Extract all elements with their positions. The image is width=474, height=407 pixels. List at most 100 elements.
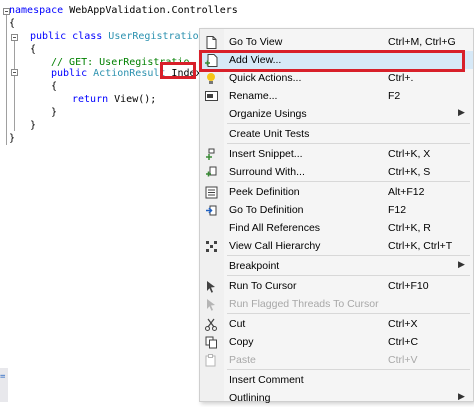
menu-item-copy[interactable]: Copy Ctrl+C xyxy=(200,333,473,351)
menu-item-shortcut: Ctrl+C xyxy=(388,336,419,348)
menu-item-shortcut: F2 xyxy=(388,90,401,102)
run-cursor-icon xyxy=(204,279,218,293)
menu-item-label: Insert Comment xyxy=(229,374,304,386)
surround-icon xyxy=(204,165,218,179)
menu-item-label: Create Unit Tests xyxy=(229,128,310,140)
menu-item-run-to-cursor[interactable]: Run To Cursor Ctrl+F10 xyxy=(200,277,473,295)
menu-item-view-call-hierarchy[interactable]: View Call Hierarchy Ctrl+K, Ctrl+T xyxy=(200,237,473,255)
code-line[interactable]: return View(); xyxy=(72,93,156,106)
code-line[interactable]: namespace WebAppValidation.Controllers xyxy=(9,4,238,17)
menu-item-shortcut: Ctrl+K, Ctrl+T xyxy=(388,240,453,252)
submenu-arrow-icon: ▶ xyxy=(458,259,465,269)
call-hierarchy-icon xyxy=(204,239,218,253)
rename-icon xyxy=(204,89,218,103)
index-method-highlight xyxy=(160,62,196,79)
menu-item-shortcut: Ctrl+V xyxy=(388,354,418,366)
menu-item-run-flagged-threads: Run Flagged Threads To Cursor xyxy=(200,295,473,313)
snippet-icon xyxy=(204,147,218,161)
code-line[interactable]: { xyxy=(30,43,36,56)
menu-item-shortcut: Ctrl+F10 xyxy=(388,280,429,292)
code-token: { xyxy=(51,81,58,92)
lightbulb-icon xyxy=(204,71,218,85)
goto-definition-icon xyxy=(204,203,218,217)
fold-guide xyxy=(6,15,7,145)
menu-item-outlining[interactable]: Outlining ▶ xyxy=(200,389,473,407)
code-token: class xyxy=(72,31,103,42)
copy-icon xyxy=(204,335,218,349)
code-token: public xyxy=(30,31,67,42)
menu-item-shortcut: F12 xyxy=(388,204,407,216)
menu-item-label: Quick Actions... xyxy=(229,72,302,84)
menu-item-breakpoint[interactable]: Breakpoint ▶ xyxy=(200,257,473,275)
menu-item-organize-usings[interactable]: Organize Usings ▶ xyxy=(200,105,473,123)
menu-separator xyxy=(227,275,470,276)
menu-separator xyxy=(227,369,470,370)
menu-item-label: Run To Cursor xyxy=(229,280,297,292)
menu-item-label: View Call Hierarchy xyxy=(229,240,321,252)
menu-item-find-all-references[interactable]: Find All References Ctrl+K, R xyxy=(200,219,473,237)
menu-item-label: Cut xyxy=(229,318,246,330)
menu-separator xyxy=(227,181,470,182)
scissors-icon xyxy=(204,317,218,331)
code-line[interactable]: { xyxy=(9,17,15,30)
menu-item-label: Rename... xyxy=(229,90,278,102)
menu-item-shortcut: Ctrl+K, S xyxy=(388,166,431,178)
code-token: } xyxy=(9,133,16,144)
paste-icon xyxy=(204,353,218,367)
menu-item-label: Surround With... xyxy=(229,166,305,178)
code-line[interactable]: } xyxy=(30,119,36,132)
menu-item-label: Organize Usings xyxy=(229,108,307,120)
menu-separator xyxy=(227,123,470,124)
menu-item-shortcut: Ctrl+. xyxy=(388,72,414,84)
code-token: return xyxy=(72,94,109,105)
code-line[interactable]: public class UserRegistrationCo xyxy=(30,30,217,43)
menu-item-cut[interactable]: Cut Ctrl+X xyxy=(200,315,473,333)
menu-item-paste: Paste Ctrl+V xyxy=(200,351,473,369)
menu-item-shortcut: Ctrl+X xyxy=(388,318,418,330)
menu-item-label: Go To View xyxy=(229,36,283,48)
code-line[interactable]: } xyxy=(9,132,15,145)
menu-item-peek-definition[interactable]: Peek Definition Alt+F12 xyxy=(200,183,473,201)
menu-item-go-to-view[interactable]: Go To View Ctrl+M, Ctrl+G xyxy=(200,33,473,51)
status-indicator: = xyxy=(0,372,6,382)
menu-item-go-to-definition[interactable]: Go To Definition F12 xyxy=(200,201,473,219)
menu-item-insert-snippet[interactable]: Insert Snippet... Ctrl+K, X xyxy=(200,145,473,163)
menu-item-shortcut: Ctrl+K, X xyxy=(388,148,431,160)
menu-item-shortcut: Ctrl+M, Ctrl+G xyxy=(388,36,456,48)
code-token: public xyxy=(51,68,88,79)
menu-separator xyxy=(227,143,470,144)
document-icon xyxy=(204,35,218,49)
menu-item-label: Breakpoint xyxy=(229,260,280,272)
run-flagged-icon xyxy=(204,297,218,311)
menu-separator xyxy=(227,313,470,314)
code-token: { xyxy=(30,44,37,55)
menu-item-label: Insert Snippet... xyxy=(229,148,303,160)
code-token: } xyxy=(30,120,37,131)
code-token: namespace xyxy=(9,5,64,16)
code-line[interactable]: } xyxy=(51,106,57,119)
fold-namespace-icon[interactable] xyxy=(3,8,10,15)
menu-item-label: Peek Definition xyxy=(229,186,300,198)
menu-item-label: Outlining xyxy=(229,392,271,404)
menu-item-shortcut: Ctrl+K, R xyxy=(388,222,431,234)
code-token: View(); xyxy=(108,94,157,105)
code-token: ActionResult xyxy=(93,68,166,79)
code-token: WebAppValidation.Controllers xyxy=(63,5,238,16)
fold-guide xyxy=(14,41,15,131)
menu-separator xyxy=(227,255,470,256)
menu-item-label: Find All References xyxy=(229,222,321,234)
code-token: { xyxy=(9,18,16,29)
fold-class-icon[interactable] xyxy=(11,34,18,41)
menu-item-insert-comment[interactable]: Insert Comment xyxy=(200,371,473,389)
menu-item-label: Run Flagged Threads To Cursor xyxy=(229,298,379,310)
menu-item-surround-with[interactable]: Surround With... Ctrl+K, S xyxy=(200,163,473,181)
menu-item-create-unit-tests[interactable]: Create Unit Tests xyxy=(200,125,473,143)
add-view-highlight xyxy=(199,50,465,72)
menu-item-rename[interactable]: Rename... F2 xyxy=(200,87,473,105)
menu-item-label: Copy xyxy=(229,336,254,348)
peek-icon xyxy=(204,185,218,199)
submenu-arrow-icon: ▶ xyxy=(458,107,465,117)
code-token: } xyxy=(51,107,58,118)
code-line[interactable]: { xyxy=(51,80,57,93)
fold-method-icon[interactable] xyxy=(11,69,18,76)
